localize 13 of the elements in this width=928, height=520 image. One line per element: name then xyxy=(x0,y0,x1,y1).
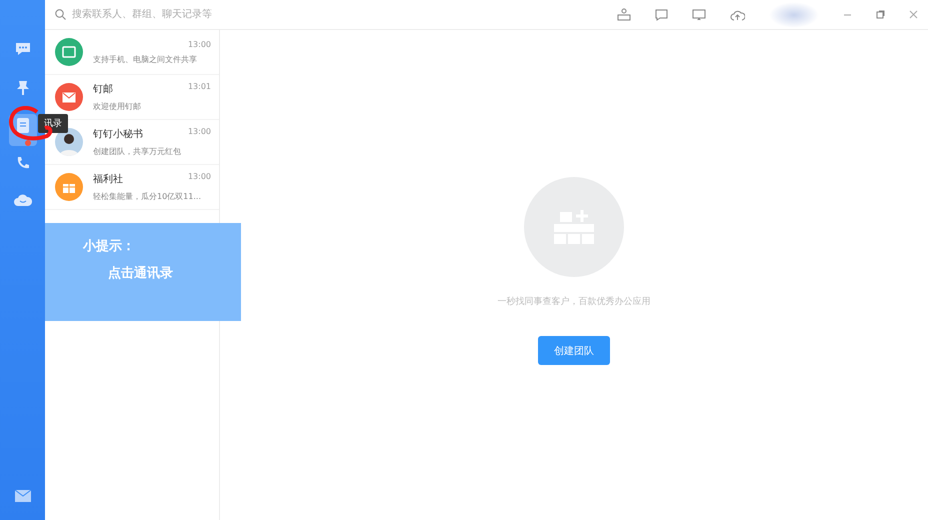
conversation-time: 13:00 xyxy=(188,172,211,183)
conversation-title: 福利社 xyxy=(93,172,123,186)
conversation-time: 13:00 xyxy=(188,40,211,48)
conversation-title: 钉邮 xyxy=(93,82,113,96)
conversation-time: 13:00 xyxy=(188,127,211,138)
conversation-preview: 欢迎使用钉邮 xyxy=(93,101,142,112)
conversation-time: 13:01 xyxy=(188,82,211,93)
conversation-title: 钉钉小秘书 xyxy=(93,128,143,141)
conversation-preview: 支持手机、电脑之间文件共享 xyxy=(93,54,198,64)
hint-title: 小提示： xyxy=(83,238,136,255)
conversation-preview: 创建团队，共享万元红包 xyxy=(93,146,182,157)
hint-text: 点击通讯录 xyxy=(108,265,174,282)
conversation-preview: 轻松集能量，瓜分10亿双11... xyxy=(93,191,202,202)
